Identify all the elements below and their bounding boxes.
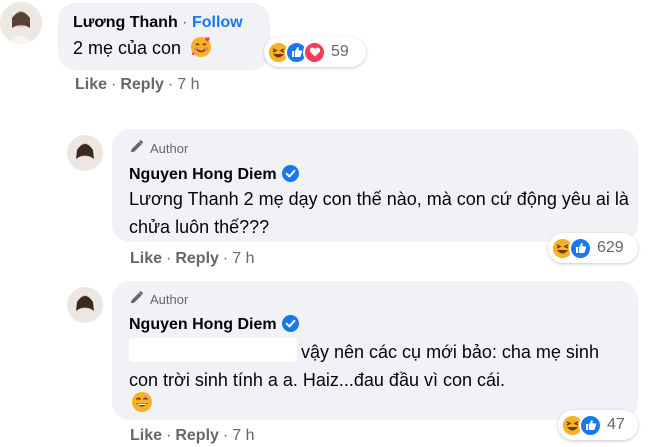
reaction-count: 59	[331, 43, 349, 60]
pencil-icon	[129, 290, 145, 308]
verified-badge-icon	[281, 315, 299, 337]
reactions-summary[interactable]: 59	[264, 37, 366, 67]
separator-dot: ·	[166, 427, 172, 444]
comment-actions: Like · Reply · 7 h	[130, 427, 255, 445]
reactions-summary[interactable]: 629	[548, 233, 638, 263]
reactions-summary[interactable]: 47	[558, 410, 638, 440]
timestamp[interactable]: 7 h	[232, 250, 254, 268]
love-icon	[303, 40, 326, 64]
author-badge: Author	[129, 290, 189, 308]
follow-button[interactable]: Follow	[192, 14, 243, 31]
avatar[interactable]	[0, 2, 42, 44]
like-button[interactable]: Like	[130, 250, 162, 268]
separator-dot: ·	[167, 76, 174, 93]
author-badge: Author	[129, 139, 189, 157]
author-badge-label: Author	[150, 141, 189, 156]
author-name[interactable]: Nguyen Hong Diem	[129, 166, 277, 183]
like-icon	[569, 236, 592, 260]
reply-button[interactable]: Reply	[120, 76, 164, 94]
redacted-mention	[129, 338, 297, 362]
grinning-face-icon	[131, 391, 153, 418]
separator-dot: ·	[222, 427, 229, 444]
like-button[interactable]: Like	[130, 427, 162, 445]
reply-button[interactable]: Reply	[175, 427, 219, 445]
avatar[interactable]	[67, 135, 103, 171]
comment-author: Nguyen Hong Diem	[129, 165, 299, 187]
separator-dot: ·	[111, 76, 117, 93]
like-icon	[579, 413, 602, 437]
comment-actions: Like · Reply · 7 h	[75, 76, 200, 94]
author-badge-label: Author	[150, 292, 189, 307]
comment-text: vậy nên các cụ mới bảo: cha mẹ sinh con …	[129, 338, 619, 394]
pencil-icon	[129, 139, 145, 157]
comment-text: 2 mẹ của con	[73, 34, 212, 66]
verified-badge-icon	[281, 165, 299, 187]
author-name[interactable]: Lương Thanh	[73, 14, 178, 31]
like-button[interactable]: Like	[75, 76, 107, 94]
separator-dot: ·	[222, 250, 229, 267]
timestamp[interactable]: 7 h	[232, 427, 254, 445]
reply-button[interactable]: Reply	[175, 250, 219, 268]
avatar[interactable]	[67, 287, 103, 323]
comment-author: Lương Thanh · Follow	[73, 14, 243, 32]
comment-text: Lương Thanh 2 mẹ dạy con thế nào, mà con…	[129, 189, 629, 237]
reaction-count: 629	[597, 239, 624, 256]
separator-dot: ·	[166, 250, 172, 267]
comment-author: Nguyen Hong Diem	[129, 315, 299, 337]
separator-dot: ·	[182, 14, 188, 31]
reaction-count: 47	[607, 416, 625, 433]
smiling-face-with-hearts-icon	[190, 36, 212, 66]
comment-actions: Like · Reply · 7 h	[130, 250, 255, 268]
author-name[interactable]: Nguyen Hong Diem	[129, 316, 277, 333]
timestamp[interactable]: 7 h	[177, 76, 199, 94]
mention-tag[interactable]: Lương Thanh	[129, 189, 239, 209]
